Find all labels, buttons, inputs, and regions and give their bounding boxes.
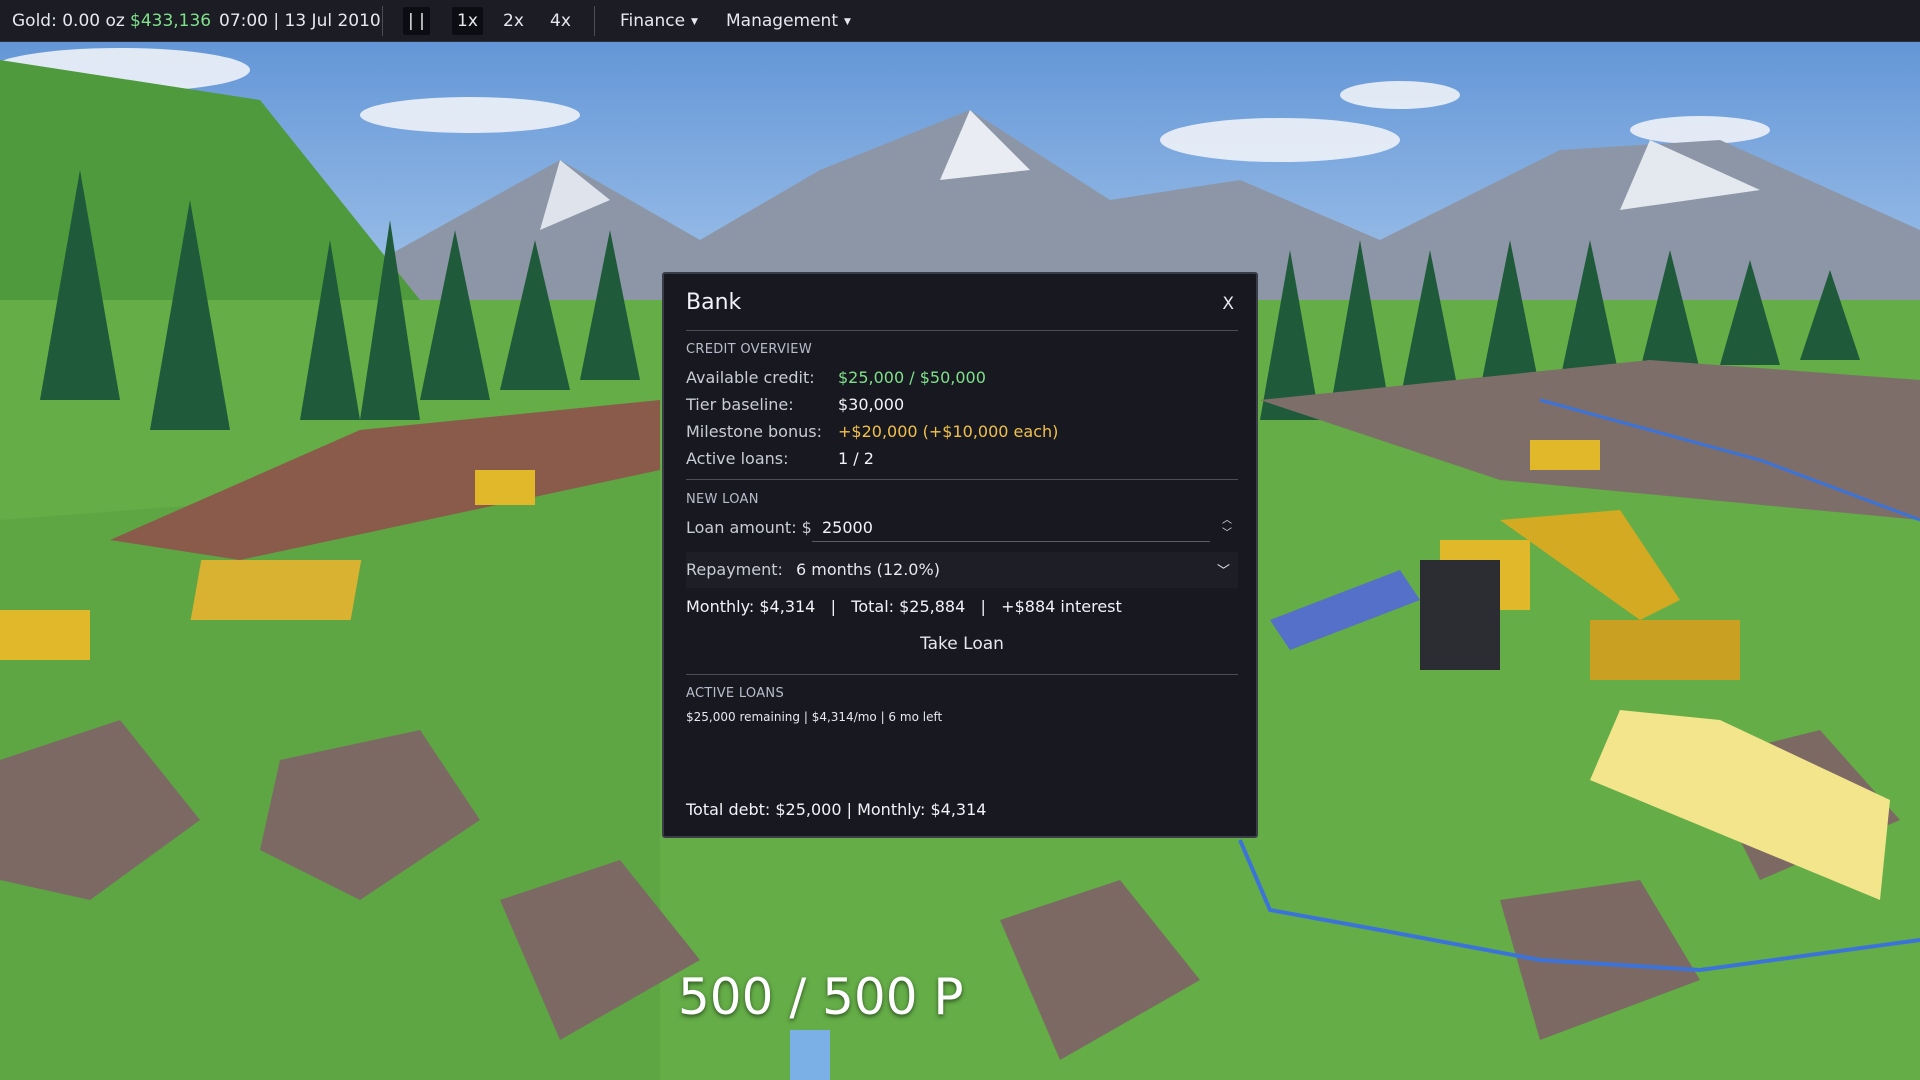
divider bbox=[686, 479, 1238, 480]
credit-overview-heading: CREDIT OVERVIEW bbox=[686, 342, 812, 357]
total-debt-summary: Total debt: $25,000 | Monthly: $4,314 bbox=[686, 800, 987, 819]
loan-amount-label: Loan amount: $ bbox=[686, 518, 812, 537]
caret-down-icon: ▼ bbox=[844, 17, 851, 27]
available-credit-label: Available credit: bbox=[686, 368, 815, 387]
divider bbox=[594, 6, 595, 36]
finance-menu[interactable]: Finance ▼ bbox=[620, 0, 698, 42]
finance-menu-label: Finance bbox=[620, 11, 686, 31]
divider bbox=[686, 330, 1238, 331]
top-bar: Gold: 0.00 oz $433,136 07:00 | 13 Jul 20… bbox=[0, 0, 1920, 42]
loan-amount-stepper[interactable]: ︿ ﹀ bbox=[1220, 514, 1234, 542]
repayment-select[interactable]: Repayment: 6 months (12.0%) ﹀ bbox=[686, 552, 1238, 588]
active-loans-label: Active loans: bbox=[686, 449, 789, 468]
loan-amount-input[interactable] bbox=[812, 514, 1210, 542]
caret-down-icon: ▼ bbox=[691, 17, 698, 27]
active-loans-value: 1 / 2 bbox=[838, 449, 874, 468]
milestone-bonus-label: Milestone bonus: bbox=[686, 422, 822, 441]
chevron-down-icon[interactable]: ﹀ bbox=[1222, 528, 1232, 539]
repayment-label: Repayment: bbox=[686, 560, 783, 579]
dialog-title: Bank bbox=[686, 290, 742, 315]
milestone-bonus-value: +$20,000 (+$10,000 each) bbox=[838, 422, 1059, 441]
speed-2x-button[interactable]: 2x bbox=[498, 7, 529, 35]
date-time-readout: 07:00 | 13 Jul 2010 bbox=[219, 11, 381, 31]
close-button[interactable]: X bbox=[1222, 294, 1234, 314]
pause-button[interactable]: | | bbox=[403, 7, 430, 35]
list-item: $25,000 remaining | $4,314/mo | 6 mo lef… bbox=[686, 710, 943, 724]
chevron-up-icon[interactable]: ︿ bbox=[1222, 515, 1232, 526]
repayment-selected-value: 6 months (12.0%) bbox=[796, 560, 940, 579]
speed-4x-button[interactable]: 4x bbox=[545, 7, 576, 35]
available-credit-value: $25,000 / $50,000 bbox=[838, 368, 986, 387]
bank-dialog: Bank X CREDIT OVERVIEW Available credit:… bbox=[662, 272, 1258, 838]
take-loan-button[interactable]: Take Loan bbox=[686, 628, 1238, 660]
money-readout: $433,136 bbox=[130, 11, 212, 31]
management-menu-label: Management bbox=[726, 11, 838, 31]
tier-baseline-value: $30,000 bbox=[838, 395, 905, 414]
divider bbox=[382, 6, 383, 36]
chevron-down-icon: ﹀ bbox=[1216, 564, 1230, 579]
divider bbox=[686, 674, 1238, 675]
loan-amount-row: Loan amount: $ ︿﹀ bbox=[686, 514, 1238, 542]
new-loan-heading: NEW LOAN bbox=[686, 492, 759, 507]
power-readout: 500 / 500 P bbox=[678, 968, 964, 1026]
speed-1x-button[interactable]: 1x bbox=[452, 7, 483, 35]
management-menu[interactable]: Management ▼ bbox=[726, 0, 851, 42]
tier-baseline-label: Tier baseline: bbox=[686, 395, 794, 414]
gold-readout: Gold: 0.00 oz bbox=[12, 11, 125, 31]
loan-summary: Monthly: $4,314 | Total: $25,884 | +$884… bbox=[686, 597, 1122, 616]
active-loans-heading: ACTIVE LOANS bbox=[686, 686, 785, 701]
